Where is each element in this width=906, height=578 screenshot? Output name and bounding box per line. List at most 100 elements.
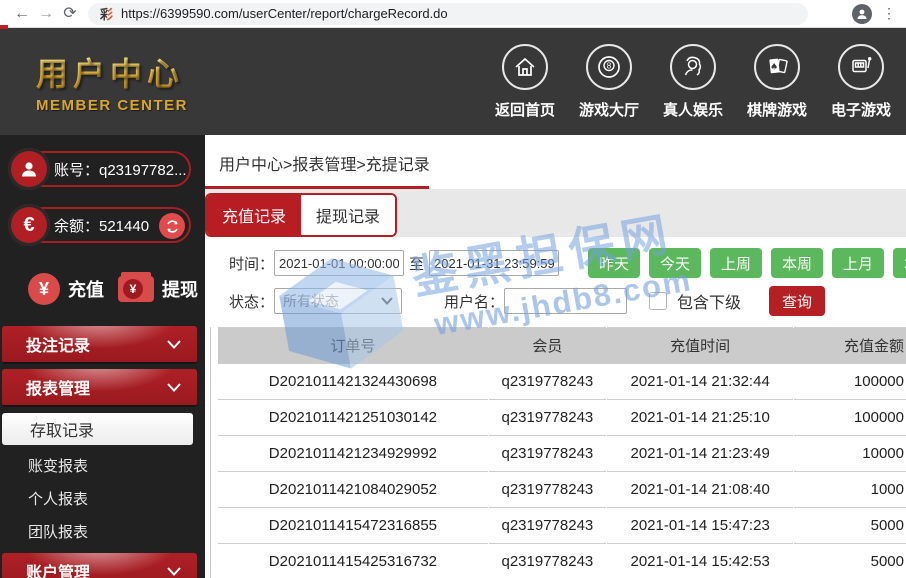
chevron-down-icon <box>381 297 393 305</box>
chevron-down-icon <box>167 567 181 576</box>
browser-menu-icon[interactable]: ⋮ <box>882 5 896 22</box>
table-row: D2021011421234929992 q2319778243 2021-01… <box>218 436 906 472</box>
include-sub-checkbox[interactable] <box>649 292 667 310</box>
sidebar-item-account-management[interactable]: 账户管理 <box>2 553 197 578</box>
status-label: 状态： <box>229 291 274 312</box>
sidebar-item-report-management[interactable]: 报表管理 <box>2 369 197 407</box>
logo-subtitle: MEMBER CENTER <box>36 97 188 114</box>
nav-label: 真人娱乐 <box>663 99 723 120</box>
browser-forward-icon[interactable]: → <box>34 2 58 26</box>
this-week-button[interactable]: 本周 <box>771 248 823 278</box>
url-text[interactable]: https://6399590.com/userCenter/report/ch… <box>121 6 448 21</box>
amount-cell: 10000 <box>794 436 906 472</box>
member-cell: q2319778243 <box>488 400 606 436</box>
nav-item-game-hall[interactable]: 8 游戏大厅 <box>578 44 640 120</box>
quick-date-buttons: 昨天 今天 上周 本周 上月 本月 <box>588 248 906 278</box>
filters: 时间： 至 昨天 今天 上周 本周 上月 本月 状态： 所有状态 <box>205 237 906 321</box>
time-cell: 2021-01-14 15:47:23 <box>606 508 794 544</box>
live-dealer-icon <box>670 44 716 90</box>
svg-text:♠: ♠ <box>770 62 778 72</box>
sidebar-menu: 投注记录 报表管理 存取记录 账变报表 个人报表 团队报表 <box>0 326 205 578</box>
time-cell: 2021-01-14 21:25:10 <box>606 400 794 436</box>
nav-item-board-games[interactable]: ♠ 棋牌游戏 <box>746 44 808 120</box>
nav-label: 游戏大厅 <box>579 99 639 120</box>
top-nav: 返回首页 8 游戏大厅 真人娱乐 <box>494 44 892 120</box>
sidebar-item-team-report[interactable]: 团队报表 <box>0 515 205 548</box>
billiards-icon: 8 <box>586 44 632 90</box>
time-separator: 至 <box>409 253 424 274</box>
col-header-time: 充值时间 <box>606 328 794 364</box>
order-cell: D2021011415472316855 <box>218 508 489 544</box>
last-month-button[interactable]: 上月 <box>832 248 884 278</box>
withdraw-label: 提现 <box>162 276 198 302</box>
breadcrumb: 用户中心>报表管理>充提记录 <box>205 135 906 175</box>
wallet-icon: ¥ <box>118 276 154 302</box>
tab-charge-records[interactable]: 充值记录 <box>207 195 301 235</box>
order-cell: D2021011421251030142 <box>218 400 489 436</box>
this-month-button[interactable]: 本月 <box>893 248 906 278</box>
time-cell: 2021-01-14 15:42:53 <box>606 544 794 578</box>
status-select[interactable]: 所有状态 <box>274 288 402 314</box>
tab-withdraw-records[interactable]: 提现记录 <box>301 195 395 235</box>
tab-group: 充值记录 提现记录 <box>205 193 397 237</box>
person-icon <box>856 8 868 20</box>
browser-bar: ← → ⟳ 彩 https://6399590.com/userCenter/r… <box>0 0 906 28</box>
cards-icon: ♠ <box>754 44 800 90</box>
browser-back-icon[interactable]: ← <box>10 2 34 26</box>
include-sub-label: 包含下级 <box>677 289 741 313</box>
home-icon <box>502 44 548 90</box>
tab-bar: 充值记录 提现记录 <box>205 189 906 237</box>
account-text: 账号：q23197782... <box>54 159 187 180</box>
sidebar-item-bet-records[interactable]: 投注记录 <box>2 326 197 364</box>
yesterday-button[interactable]: 昨天 <box>588 248 640 278</box>
chevron-down-icon <box>167 340 181 349</box>
refresh-balance-button[interactable] <box>159 213 185 239</box>
sidebar-item-account-change-report[interactable]: 账变报表 <box>0 449 205 482</box>
site-logo: 用户中心 MEMBER CENTER <box>36 49 188 114</box>
loading-notch <box>0 25 8 29</box>
order-cell: D2021011421084029052 <box>218 472 489 508</box>
browser-profile-icon[interactable] <box>852 4 872 24</box>
last-week-button[interactable]: 上周 <box>710 248 762 278</box>
recharge-button[interactable]: ¥ 充值 <box>28 273 104 305</box>
member-cell: q2319778243 <box>488 472 606 508</box>
table-header-row: 订单号 会员 充值时间 充值金额 <box>218 328 906 364</box>
nav-label: 棋牌游戏 <box>747 99 807 120</box>
nav-item-home[interactable]: 返回首页 <box>494 44 556 120</box>
col-header-order: 订单号 <box>218 328 489 364</box>
nav-item-live-casino[interactable]: 真人娱乐 <box>662 44 724 120</box>
amount-cell: 1000 <box>794 472 906 508</box>
sidebar-item-deposit-withdraw-records[interactable]: 存取记录 <box>2 413 193 445</box>
browser-reload-icon[interactable]: ⟳ <box>58 2 82 26</box>
sidebar-item-personal-report[interactable]: 个人报表 <box>0 482 205 515</box>
recharge-label: 充值 <box>68 276 104 302</box>
today-button[interactable]: 今天 <box>649 248 701 278</box>
refresh-icon <box>165 219 180 234</box>
sidebar: 账号：q23197782... € 余额：521440 ¥ 充值 <box>0 135 205 578</box>
withdraw-button[interactable]: ¥ 提现 <box>118 276 198 302</box>
time-label: 时间： <box>229 253 274 274</box>
account-pill: 账号：q23197782... <box>10 151 191 187</box>
main-content: 用户中心>报表管理>充提记录 充值记录 提现记录 时间： 至 昨天 今天 上周 … <box>205 135 906 578</box>
time-cell: 2021-01-14 21:23:49 <box>606 436 794 472</box>
col-header-member: 会员 <box>488 328 606 364</box>
nav-label: 返回首页 <box>495 99 555 120</box>
time-cell: 2021-01-14 21:08:40 <box>606 472 794 508</box>
col-header-amount: 充值金额 <box>794 328 906 364</box>
amount-cell: 100000 <box>794 364 906 400</box>
nav-item-slots[interactable]: 电子游戏 <box>830 44 892 120</box>
quick-actions: ¥ 充值 ¥ 提现 <box>0 263 205 321</box>
time-to-input[interactable] <box>429 250 559 276</box>
search-button[interactable]: 查询 <box>769 286 825 316</box>
amount-cell: 5000 <box>794 508 906 544</box>
time-from-input[interactable] <box>274 250 404 276</box>
app-header: 用户中心 MEMBER CENTER 返回首页 8 游戏大厅 <box>0 28 906 135</box>
chevron-down-icon <box>167 383 181 392</box>
table-row: D2021011421324430698 q2319778243 2021-01… <box>218 364 906 400</box>
username-input[interactable] <box>504 288 627 314</box>
address-bar[interactable]: 彩 https://6399590.com/userCenter/report/… <box>88 3 808 25</box>
time-cell: 2021-01-14 21:32:44 <box>606 364 794 400</box>
amount-cell: 5000 <box>794 544 906 578</box>
balance-pill: € 余额：521440 <box>10 207 191 243</box>
logo-title: 用户中心 <box>36 49 188 95</box>
